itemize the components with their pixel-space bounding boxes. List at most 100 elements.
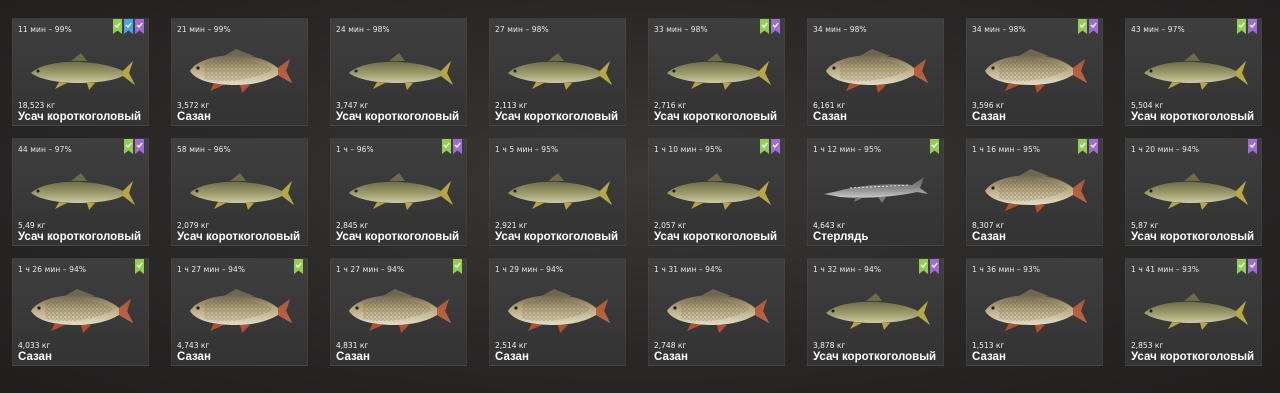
catch-card[interactable]: 1 ч 12 мин – 95% 4,643 кг Стерлядь <box>807 138 944 246</box>
badge-group <box>135 259 144 274</box>
catch-time-label: 1 ч 10 мин – 95% <box>654 145 723 154</box>
green-ribbon-badge-icon <box>760 19 769 34</box>
fish-weight: 2,853 кг <box>1131 341 1164 350</box>
green-ribbon-badge-icon <box>919 259 928 274</box>
fish-name: Сазан <box>177 111 211 123</box>
fish-name: Стерлядь <box>813 231 869 243</box>
barbel-fish-icon <box>184 161 296 217</box>
green-ribbon-badge-icon <box>124 139 133 154</box>
catch-card[interactable]: 1 ч 36 мин – 93% 1,513 кг Сазан <box>966 258 1103 366</box>
fish-weight: 2,716 кг <box>654 101 687 110</box>
catch-time-label: 58 мин – 96% <box>177 145 231 154</box>
fish-name: Сазан <box>972 231 1006 243</box>
fish-weight: 2,514 кг <box>495 341 528 350</box>
purple-ribbon-badge-icon <box>453 139 462 154</box>
fish-weight: 6,161 кг <box>813 101 846 110</box>
catch-card[interactable]: 1 ч 31 мин – 94% 2,748 кг Сазан <box>648 258 785 366</box>
catch-card[interactable]: 1 ч 16 мин – 95% 8,307 кг Сазан <box>966 138 1103 246</box>
badge-group <box>294 259 303 274</box>
catch-card[interactable]: 24 мин – 98% 3,747 кг Усач короткоголовый <box>330 18 467 126</box>
catch-card[interactable]: 1 ч 5 мин – 95% 2,921 кг Усач короткоголо… <box>489 138 626 246</box>
fish-weight: 2,113 кг <box>495 101 528 110</box>
fish-name: Сазан <box>972 111 1006 123</box>
fish-weight: 2,057 кг <box>654 221 687 230</box>
catch-time-label: 1 ч – 96% <box>336 145 374 154</box>
catch-card[interactable]: 44 мин – 97% 5,49 кг Усач короткоголовый <box>12 138 149 246</box>
catch-time-label: 1 ч 5 мин – 95% <box>495 145 559 154</box>
catch-time-label: 27 мин – 98% <box>495 25 549 34</box>
fish-weight: 2,079 кг <box>177 221 210 230</box>
catch-time-label: 34 мин – 98% <box>972 25 1026 34</box>
badge-group <box>760 139 780 154</box>
badge-group <box>442 139 462 154</box>
fish-weight: 4,033 кг <box>18 341 51 350</box>
badge-group <box>1078 139 1098 154</box>
catch-card[interactable]: 1 ч – 96% 2,845 кг Усач короткоголовый <box>330 138 467 246</box>
catch-card[interactable]: 27 мин – 98% 2,113 кг Усач короткоголовый <box>489 18 626 126</box>
catch-time-label: 1 ч 31 мин – 94% <box>654 265 723 274</box>
catch-time-label: 1 ч 20 мин – 94% <box>1131 145 1200 154</box>
catch-card[interactable]: 1 ч 20 мин – 94% 5,87 кг Усач короткоголо… <box>1125 138 1262 246</box>
barbel-fish-icon <box>25 41 137 97</box>
catch-card[interactable]: 21 мин – 99% 3,572 кг Сазан <box>171 18 308 126</box>
purple-ribbon-badge-icon <box>1248 139 1257 154</box>
catch-time-label: 1 ч 41 мин – 93% <box>1131 265 1200 274</box>
carp-fish-icon <box>184 41 296 97</box>
green-ribbon-badge-icon <box>113 19 122 34</box>
catch-card[interactable]: 1 ч 27 мин – 94% 4,743 кг Сазан <box>171 258 308 366</box>
barbel-fish-icon <box>502 161 614 217</box>
green-ribbon-badge-icon <box>930 139 939 154</box>
catch-card[interactable]: 33 мин – 98% 2,716 кг Усач короткоголовый <box>648 18 785 126</box>
fish-weight: 2,748 кг <box>654 341 687 350</box>
purple-ribbon-badge-icon <box>771 139 780 154</box>
badge-group <box>1248 139 1257 154</box>
green-ribbon-badge-icon <box>1078 139 1087 154</box>
purple-ribbon-badge-icon <box>1089 139 1098 154</box>
catch-card[interactable]: 1 ч 27 мин – 94% 4,831 кг Сазан <box>330 258 467 366</box>
catch-time-label: 34 мин – 98% <box>813 25 867 34</box>
fish-weight: 3,747 кг <box>336 101 369 110</box>
carp-fish-icon <box>343 281 455 337</box>
catch-card[interactable]: 1 ч 41 мин – 93% 2,853 кг Усач короткогол… <box>1125 258 1262 366</box>
catch-card[interactable]: 1 ч 10 мин – 95% 2,057 кг Усач короткогол… <box>648 138 785 246</box>
fish-weight: 3,878 кг <box>813 341 846 350</box>
fish-weight: 2,845 кг <box>336 221 369 230</box>
carp-fish-icon <box>661 281 773 337</box>
catch-card[interactable]: 1 ч 32 мин – 94% 3,878 кг Усач короткогол… <box>807 258 944 366</box>
fish-name: Усач короткоголовый <box>177 231 301 243</box>
barbel-fish-icon <box>1138 41 1250 97</box>
fish-weight: 5,87 кг <box>1131 221 1159 230</box>
green-ribbon-badge-icon <box>135 259 144 274</box>
green-ribbon-badge-icon <box>294 259 303 274</box>
fish-weight: 5,49 кг <box>18 221 46 230</box>
barbel-fish-icon <box>820 281 932 337</box>
fish-name: Усач короткоголовый <box>18 231 142 243</box>
carp-fish-icon <box>979 281 1091 337</box>
green-ribbon-badge-icon <box>1237 259 1246 274</box>
catch-time-label: 1 ч 32 мин – 94% <box>813 265 882 274</box>
catch-time-label: 43 мин – 97% <box>1131 25 1185 34</box>
catch-card[interactable]: 1 ч 29 мин – 94% 2,514 кг Сазан <box>489 258 626 366</box>
catch-time-label: 1 ч 29 мин – 94% <box>495 265 564 274</box>
green-ribbon-badge-icon <box>442 139 451 154</box>
fish-weight: 18,523 кг <box>18 101 56 110</box>
fish-name: Усач короткоголовый <box>495 111 619 123</box>
fish-weight: 2,921 кг <box>495 221 528 230</box>
catch-card[interactable]: 43 мин – 97% 5,504 кг Усач короткоголовый <box>1125 18 1262 126</box>
fish-name: Усач короткоголовый <box>495 231 619 243</box>
green-ribbon-badge-icon <box>453 259 462 274</box>
catch-card[interactable]: 34 мин – 98% 3,596 кг Сазан <box>966 18 1103 126</box>
fish-name: Усач короткоголовый <box>336 111 460 123</box>
badge-group <box>919 259 939 274</box>
barbel-fish-icon <box>1138 161 1250 217</box>
badge-group <box>453 259 462 274</box>
carp-fish-icon <box>502 281 614 337</box>
fish-name: Усач короткоголовый <box>1131 111 1255 123</box>
catch-card[interactable]: 1 ч 26 мин – 94% 4,033 кг Сазан <box>12 258 149 366</box>
fish-name: Сазан <box>495 351 529 363</box>
catch-card[interactable]: 58 мин – 96% 2,079 кг Усач короткоголовый <box>171 138 308 246</box>
catch-card[interactable]: 11 мин – 99% 18,523 кг Усач короткоголовы… <box>12 18 149 126</box>
badge-group <box>760 19 780 34</box>
fish-name: Усач короткоголовый <box>1131 351 1255 363</box>
catch-card[interactable]: 34 мин – 98% 6,161 кг Сазан <box>807 18 944 126</box>
